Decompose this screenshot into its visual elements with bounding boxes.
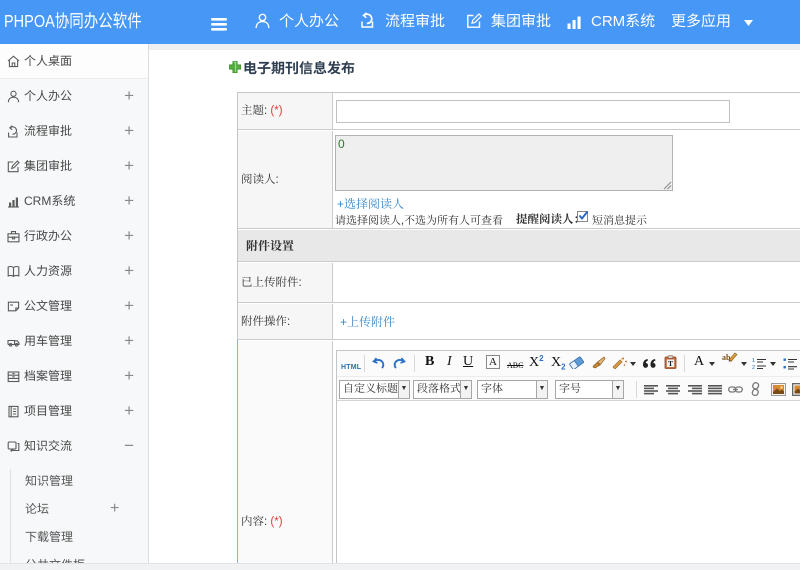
svg-text:2: 2 <box>752 365 755 370</box>
svg-text:1: 1 <box>752 358 755 364</box>
svg-text:T: T <box>668 359 673 368</box>
